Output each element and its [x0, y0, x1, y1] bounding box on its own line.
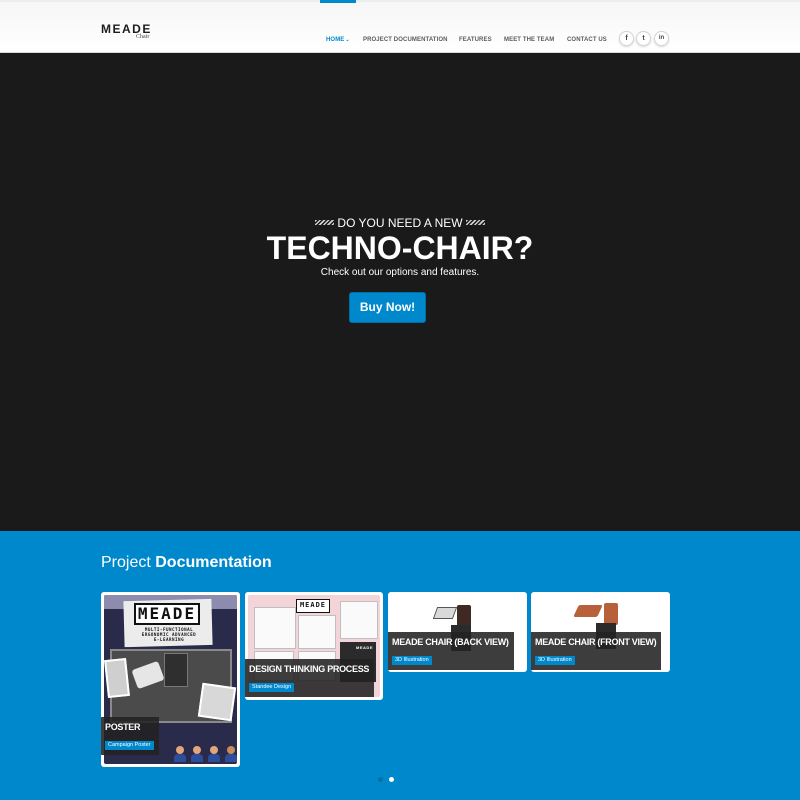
poster-photo-left [104, 657, 130, 699]
linkedin-icon[interactable]: in [654, 31, 669, 46]
standee-logo: MEADE [296, 599, 330, 613]
card-title: DESIGN THINKING PROCESS [249, 664, 370, 674]
hero-kicker: DO YOU NEED A NEW [0, 216, 800, 230]
poster-photo-right [197, 682, 237, 722]
project-card-back-view[interactable]: MEADE CHAIR (BACK VIEW) 3D Illustration [388, 592, 527, 672]
nav-item-label: HOME [326, 37, 345, 43]
buy-now-button[interactable]: Buy Now! [349, 292, 426, 323]
hero-subtitle: Check out our options and features. [320, 267, 480, 278]
chair-back-render [457, 605, 471, 627]
nav-active-indicator [320, 0, 356, 3]
carousel-dot-2[interactable] [389, 777, 394, 782]
section-title: Project Documentation [101, 553, 272, 573]
carousel-dot-1[interactable] [378, 777, 383, 782]
project-card-design-thinking[interactable]: MEADE MEADE DESIGN THINKING PROCESS Stan… [245, 592, 383, 700]
nav-item-features[interactable]: FEATURES [459, 36, 492, 44]
card-tag[interactable]: 3D Illustration [535, 655, 575, 665]
poster-logo: MEADE [134, 603, 200, 625]
site-logo[interactable]: MEADE Chair [101, 23, 152, 40]
poster-tagline: MULTI-FUNCTIONAL ERGONOMIC ADVANCED E-LE… [141, 627, 197, 642]
project-card-front-view[interactable]: MEADE CHAIR (FRONT VIEW) 3D Illustration [531, 592, 670, 672]
card-tag[interactable]: Campaign Poster [105, 740, 154, 750]
site-header: MEADE Chair HOME⌄ PROJECT DOCUMENTATION … [0, 0, 800, 53]
section-title-bold: Documentation [155, 554, 272, 571]
card-title: MEADE CHAIR (BACK VIEW) [392, 637, 509, 647]
project-card-poster[interactable]: MEADE MULTI-FUNCTIONAL ERGONOMIC ADVANCE… [101, 592, 240, 767]
nav-item-contact-us[interactable]: CONTACT US [567, 36, 607, 44]
chevron-down-icon: ⌄ [345, 37, 350, 43]
card-title: MEADE CHAIR (FRONT VIEW) [535, 637, 657, 647]
facebook-icon[interactable]: f [619, 31, 634, 46]
section-title-light: Project [101, 554, 151, 571]
card-tag[interactable]: Standee Design [249, 682, 295, 692]
poster-people-illustration [174, 744, 237, 762]
hero-section: DO YOU NEED A NEW TECHNO-CHAIR? Check ou… [0, 53, 800, 531]
card-caption: DESIGN THINKING PROCESS Standee Design [245, 659, 375, 697]
nav-item-home[interactable]: HOME⌄ [326, 36, 350, 44]
nav-item-project-documentation[interactable]: PROJECT DOCUMENTATION [363, 36, 448, 44]
card-caption: POSTER Campaign Poster [101, 717, 159, 755]
logo-subtitle: Chair [136, 34, 150, 40]
nav-item-meet-the-team[interactable]: MEET THE TEAM [504, 36, 554, 44]
twitter-icon[interactable]: t [636, 31, 651, 46]
card-caption: MEADE CHAIR (FRONT VIEW) 3D Illustration [531, 632, 662, 670]
stripes-decoration-left [315, 220, 335, 225]
stripes-decoration-right [465, 220, 485, 225]
card-tag[interactable]: 3D Illustration [392, 655, 432, 665]
poster-chair-render-dark [164, 653, 188, 687]
card-caption: MEADE CHAIR (BACK VIEW) 3D Illustration [388, 632, 514, 670]
card-title: POSTER [105, 722, 141, 732]
chair-back-render [604, 603, 618, 625]
hero-title: TECHNO-CHAIR? [266, 230, 534, 266]
hero-kicker-text: DO YOU NEED A NEW [337, 216, 463, 230]
